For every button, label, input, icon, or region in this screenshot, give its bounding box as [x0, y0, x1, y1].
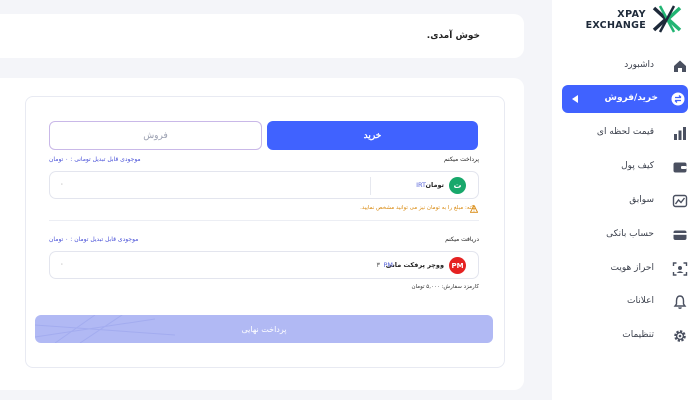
sidebar-item-label: خرید/فروش [604, 93, 658, 103]
exchange-icon [671, 92, 685, 106]
sidebar-item-buy-sell[interactable]: خرید/فروش [562, 85, 688, 113]
sidebar-item-label: حساب بانکی [606, 229, 654, 239]
receive-label: دریافت میکنم [445, 236, 479, 243]
sidebar: XPAY EXCHANGE داشبورد خرید/فروش قیمت لحظ… [552, 0, 700, 400]
perfect-money-icon: PM [449, 257, 466, 274]
sidebar-item-live-price[interactable]: قیمت لحظه ای [562, 119, 688, 147]
receive-balance: موجودی قابل تبدیل تومان : ۰ تومان [49, 236, 139, 243]
welcome-text: خوش آمدی. [426, 31, 480, 41]
sidebar-item-label: داشبورد [624, 60, 654, 70]
receive-amount-input[interactable]: ۰ [60, 260, 64, 268]
sidebar-item-notifications[interactable]: اعلانات [562, 288, 688, 316]
wallet-icon [673, 162, 687, 173]
sidebar-item-label: سوابق [629, 195, 654, 205]
sidebar-item-label: احراز هویت [610, 263, 654, 273]
receive-count: ۳ [376, 261, 381, 269]
sidebar-item-wallet[interactable]: کیف پول [562, 153, 688, 181]
header-card: خوش آمدی. [0, 14, 524, 58]
logo-mark-icon [652, 5, 682, 33]
history-icon [672, 194, 688, 208]
pay-label: پرداخت میکنم [444, 156, 479, 163]
pay-balance: موجودی قابل تبدیل تومانی : ۰ تومان [49, 156, 141, 163]
bar-chart-icon [674, 127, 686, 140]
sidebar-item-label: اعلانات [627, 296, 654, 306]
field-separator [370, 177, 371, 195]
gear-icon [674, 330, 686, 342]
sidebar-item-history[interactable]: سوابق [562, 187, 688, 215]
home-icon [674, 60, 686, 72]
active-arrow-icon [572, 95, 578, 103]
final-payment-button[interactable]: پرداخت نهایی [35, 315, 493, 343]
sidebar-item-dashboard[interactable]: داشبورد [562, 52, 688, 80]
brand-line1: XPAY [617, 9, 646, 20]
bell-icon [673, 295, 687, 309]
receive-amount-field[interactable]: ۰ PM ووچر پرفکت مانی PM ۳ [49, 251, 479, 279]
receive-currency-name: ووچر پرفکت مانی [385, 261, 444, 269]
final-payment-label: پرداخت نهایی [241, 324, 287, 334]
pay-currency-code: IRT [416, 181, 426, 189]
sidebar-item-label: تنظیمات [622, 330, 654, 340]
sidebar-item-label: قیمت لحظه ای [596, 127, 654, 137]
id-icon [672, 262, 688, 276]
pay-amount-field[interactable]: ۰ ت تومان IRT [49, 171, 479, 199]
order-fee-text: کارمزد سفارش: ۵,۰۰۰ تومان [411, 284, 479, 290]
card-icon [673, 230, 687, 240]
section-divider [49, 220, 479, 221]
tab-sell[interactable]: فروش [49, 121, 262, 150]
brand-line2: EXCHANGE [585, 20, 646, 31]
sidebar-item-bank-account[interactable]: حساب بانکی [562, 221, 688, 249]
toman-icon: ت [449, 177, 466, 194]
sidebar-item-settings[interactable]: تنظیمات [562, 322, 688, 350]
tab-buy[interactable]: خرید [267, 121, 478, 150]
pay-currency-name: تومان [425, 181, 444, 189]
logo[interactable]: XPAY EXCHANGE [566, 4, 690, 36]
logo-text: XPAY EXCHANGE [586, 9, 646, 31]
sidebar-item-label: کیف پول [621, 161, 654, 171]
sidebar-item-identity[interactable]: احراز هویت [562, 255, 688, 283]
receive-currency-code: PM [383, 261, 393, 269]
pay-warning-text: نکته: مبلغ را به تومان نیز می توانید مشخ… [360, 205, 476, 211]
pay-amount-input[interactable]: ۰ [60, 180, 64, 188]
